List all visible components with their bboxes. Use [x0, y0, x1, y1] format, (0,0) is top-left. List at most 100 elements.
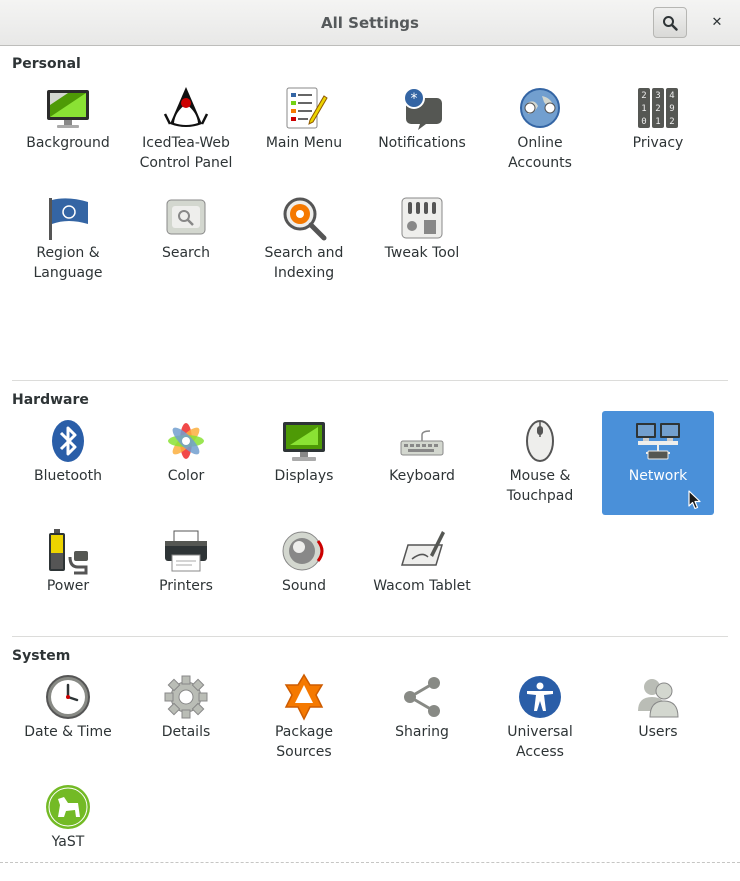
settings-item-package-sources[interactable]: Package Sources: [248, 667, 360, 771]
settings-item-date-time[interactable]: Date & Time: [12, 667, 124, 771]
window-title: All Settings: [321, 14, 419, 32]
region-flag-icon: [44, 194, 92, 242]
settings-item-universal-access[interactable]: Universal Access: [484, 667, 596, 771]
svg-text:1: 1: [655, 117, 660, 127]
svg-text:4: 4: [669, 91, 674, 101]
java-duke-icon: [162, 84, 210, 132]
settings-item-label: Color: [167, 468, 205, 484]
svg-text:*: *: [411, 91, 418, 107]
settings-item-power[interactable]: Power: [12, 521, 124, 625]
svg-text:2: 2: [641, 91, 646, 101]
section-title-personal: Personal: [12, 56, 81, 72]
settings-item-background[interactable]: Background: [12, 78, 124, 182]
settings-item-label: Users: [638, 724, 678, 740]
settings-item-label: YaST: [51, 834, 85, 850]
settings-item-notifications[interactable]: * Notifications: [366, 78, 478, 182]
settings-item-online-accounts[interactable]: Online Accounts: [484, 78, 596, 182]
settings-item-label: Package Sources: [274, 724, 334, 760]
settings-item-tweak-tool[interactable]: Tweak Tool: [366, 188, 478, 292]
settings-item-label: Power: [46, 578, 90, 594]
settings-item-printers[interactable]: Printers: [130, 521, 242, 625]
settings-item-label: IcedTea-Web Control Panel: [139, 135, 233, 171]
search-button[interactable]: [653, 7, 687, 38]
settings-item-label: Printers: [159, 578, 213, 594]
background-icon: [44, 84, 92, 132]
bottom-edge: [0, 862, 740, 864]
tweak-tool-icon: [398, 194, 446, 242]
settings-item-sharing[interactable]: Sharing: [366, 667, 478, 771]
settings-item-label: Privacy: [632, 135, 684, 151]
users-icon: [634, 673, 682, 721]
clock-icon: [44, 673, 92, 721]
settings-item-label: Network: [628, 468, 688, 484]
gear-icon: [162, 673, 210, 721]
separator: [12, 380, 728, 381]
accessibility-icon: [516, 673, 564, 721]
bluetooth-icon: [44, 417, 92, 465]
settings-item-label: Notifications: [378, 135, 466, 151]
settings-item-label: Region & Language: [33, 245, 103, 281]
sound-speaker-icon: [280, 527, 328, 575]
settings-item-region-language[interactable]: Region & Language: [12, 188, 124, 292]
settings-item-label: Details: [161, 724, 211, 740]
settings-item-keyboard[interactable]: Keyboard: [366, 411, 478, 515]
settings-item-yast[interactable]: YaST: [12, 777, 124, 881]
svg-text:2: 2: [655, 104, 660, 114]
separator: [12, 636, 728, 637]
search-settings-icon: [162, 194, 210, 242]
settings-item-wacom-tablet[interactable]: Wacom Tablet: [366, 521, 478, 625]
section-title-hardware: Hardware: [12, 392, 89, 408]
settings-item-details[interactable]: Details: [130, 667, 242, 771]
notifications-icon: *: [398, 84, 446, 132]
section-title-system: System: [12, 648, 71, 664]
settings-item-sound[interactable]: Sound: [248, 521, 360, 625]
settings-item-search-and-indexing[interactable]: Search and Indexing: [248, 188, 360, 292]
header-bar: All Settings ✕: [0, 0, 740, 46]
settings-item-color[interactable]: Color: [130, 411, 242, 515]
search-indexing-icon: [280, 194, 328, 242]
displays-icon: [280, 417, 328, 465]
privacy-icon: 234129012: [634, 84, 682, 132]
search-icon: [663, 15, 678, 31]
network-icon: [634, 417, 682, 465]
settings-item-label: Main Menu: [265, 135, 343, 151]
settings-item-main-menu[interactable]: Main Menu: [248, 78, 360, 182]
color-icon: [162, 417, 210, 465]
mouse-icon: [516, 417, 564, 465]
keyboard-icon: [398, 417, 446, 465]
wacom-tablet-icon: [398, 527, 446, 575]
settings-item-displays[interactable]: Displays: [248, 411, 360, 515]
yast-icon: [44, 783, 92, 831]
settings-item-label: Mouse & Touchpad: [506, 468, 574, 504]
settings-item-mouse-touchpad[interactable]: Mouse & Touchpad: [484, 411, 596, 515]
settings-item-label: Wacom Tablet: [373, 578, 471, 594]
settings-item-label: Background: [26, 135, 110, 151]
settings-item-label: Displays: [274, 468, 334, 484]
settings-item-label: Sound: [281, 578, 327, 594]
settings-item-label: Universal Access: [507, 724, 573, 760]
share-icon: [398, 673, 446, 721]
svg-text:3: 3: [655, 91, 660, 101]
close-button[interactable]: ✕: [703, 7, 731, 38]
settings-item-label: Date & Time: [24, 724, 112, 740]
settings-item-bluetooth[interactable]: Bluetooth: [12, 411, 124, 515]
settings-item-label: Keyboard: [389, 468, 455, 484]
settings-item-icedtea-web-control-panel[interactable]: IcedTea-Web Control Panel: [130, 78, 242, 182]
svg-text:9: 9: [669, 104, 674, 114]
svg-text:1: 1: [641, 104, 646, 114]
online-accounts-icon: [516, 84, 564, 132]
main-menu-icon: [280, 84, 328, 132]
settings-item-search[interactable]: Search: [130, 188, 242, 292]
settings-item-label: Sharing: [395, 724, 449, 740]
settings-item-privacy[interactable]: 2 3 4 1 2 9 0 1 2 Privacy: [602, 78, 714, 182]
package-sources-icon: [280, 673, 328, 721]
settings-item-label: Search and Indexing: [264, 245, 344, 281]
power-battery-icon: [44, 527, 92, 575]
svg-text:2: 2: [669, 117, 674, 127]
settings-item-users[interactable]: Users: [602, 667, 714, 771]
svg-text:0: 0: [641, 117, 646, 127]
close-icon: ✕: [711, 15, 723, 30]
mouse-cursor-icon: [688, 490, 701, 510]
settings-item-label: Bluetooth: [34, 468, 102, 484]
settings-item-label: Online Accounts: [508, 135, 572, 171]
